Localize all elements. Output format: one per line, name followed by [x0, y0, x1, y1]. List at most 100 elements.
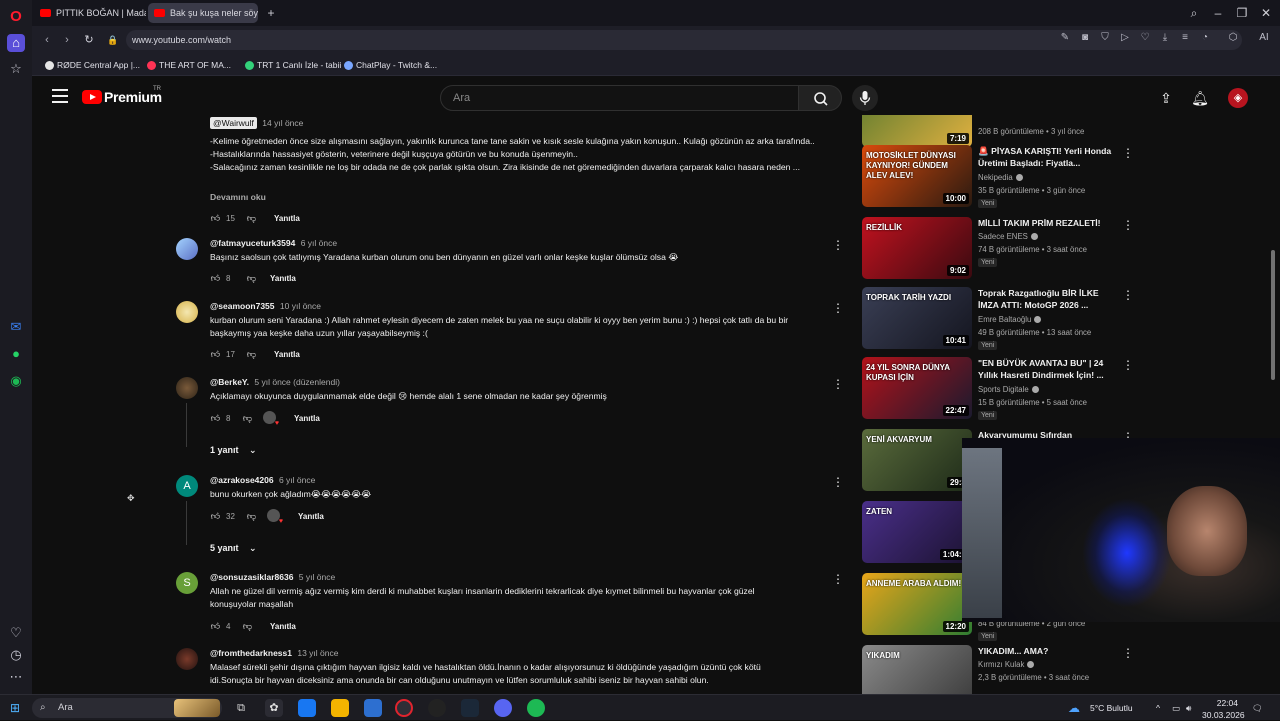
- reply-button[interactable]: Yanıtla: [270, 621, 296, 632]
- dislike-icon[interactable]: 👎︎: [246, 213, 257, 224]
- recommended-video[interactable]: MOTOSİKLET DÜNYASI KAYNIYOR! GÜNDEM ALEV…: [862, 145, 1140, 211]
- comment-time[interactable]: 5 yıl önce: [299, 572, 335, 582]
- notifications-icon[interactable]: 🗨: [1252, 695, 1263, 721]
- comment-time[interactable]: 5 yıl önce (düzenlendi): [254, 377, 340, 387]
- upload-icon[interactable]: ⇪: [1156, 88, 1176, 108]
- comment-time[interactable]: 6 yıl önce: [301, 238, 337, 248]
- comment-author[interactable]: @fatmayuceturk3594: [210, 238, 295, 248]
- dislike-icon[interactable]: 👎︎: [242, 621, 253, 632]
- star-icon[interactable]: ☆: [7, 60, 25, 78]
- avatar[interactable]: [176, 648, 198, 670]
- video-more-icon[interactable]: ⋮: [1122, 147, 1134, 159]
- avatar[interactable]: [176, 301, 198, 323]
- channel-name[interactable]: Kırmızı Kulak: [978, 660, 1035, 669]
- heart-icon[interactable]: ♡: [7, 624, 25, 642]
- tray-chevron-icon[interactable]: ^: [1156, 695, 1160, 721]
- spotify-icon[interactable]: ◉: [7, 372, 25, 390]
- channel-name[interactable]: Sadece ENES: [978, 232, 1038, 241]
- account-avatar[interactable]: ◈: [1228, 88, 1248, 108]
- comment-time[interactable]: 13 yıl önce: [297, 648, 338, 658]
- dislike-icon[interactable]: 👎︎: [242, 413, 253, 424]
- show-replies-button[interactable]: 5 yanıt ⌄: [210, 543, 257, 554]
- video-more-icon[interactable]: ⋮: [1122, 219, 1134, 231]
- play-icon[interactable]: ▷: [1118, 31, 1132, 45]
- comment-time[interactable]: 6 yıl önce: [279, 475, 315, 485]
- shield-icon[interactable]: ⛉: [1098, 31, 1112, 45]
- recommended-video[interactable]: REZİLLİK 9:02 MİLLİ TAKIM PRİM REZALETİ! ⋮ S…: [862, 217, 1140, 283]
- video-thumbnail[interactable]: 24 YIL SONRA DÜNYA KUPASI İÇİN 22:47: [862, 357, 972, 419]
- video-thumbnail[interactable]: REZİLLİK 9:02: [862, 217, 972, 279]
- recommended-video[interactable]: 24 YIL SONRA DÜNYA KUPASI İÇİN 22:47 "EN B…: [862, 357, 1140, 423]
- weather-text[interactable]: 5°C Bulutlu: [1090, 695, 1133, 721]
- search-input[interactable]: Ara: [440, 85, 800, 111]
- tab-search-icon[interactable]: ⌕: [1185, 4, 1203, 22]
- video-more-icon[interactable]: ⋮: [1122, 359, 1134, 371]
- comment-more-icon[interactable]: ⋮: [832, 301, 844, 315]
- comment-author[interactable]: @seamoon7355: [210, 301, 275, 311]
- video-thumbnail[interactable]: MOTOSİKLET DÜNYASI KAYNIYOR! GÜNDEM ALEV…: [862, 145, 972, 207]
- minimize-icon[interactable]: –: [1209, 4, 1227, 22]
- tab-active[interactable]: Bak şu kuşa neler söyl: [148, 3, 258, 23]
- show-replies-button[interactable]: 1 yanıt ⌄: [210, 445, 257, 456]
- chatgpt-icon[interactable]: ✿: [265, 699, 283, 717]
- bookmark-trt1[interactable]: TRT 1 Canlı İzle - tabii: [244, 57, 341, 73]
- like-icon[interactable]: 👍︎: [210, 273, 221, 284]
- clock[interactable]: 22:04 30.03.2026: [1202, 697, 1245, 721]
- recommended-video[interactable]: YIKADIM YIKADIM... AMA? ⋮ Kırmızı Kulak 2,3 …: [862, 645, 1140, 694]
- video-thumbnail[interactable]: YIKADIM: [862, 645, 972, 694]
- channel-name[interactable]: Nekipedia: [978, 173, 1023, 182]
- video-thumbnail[interactable]: İlk Gün7:19: [862, 115, 972, 147]
- avatar[interactable]: S: [176, 572, 198, 594]
- download-icon[interactable]: ⤓: [1158, 31, 1172, 45]
- spotify-icon[interactable]: [527, 699, 545, 717]
- reload-icon[interactable]: ↻: [80, 31, 98, 49]
- read-more-link[interactable]: Devamını oku: [210, 192, 266, 202]
- volume-icon[interactable]: 🔊︎: [1186, 695, 1191, 721]
- comment-time[interactable]: 10 yıl önce: [280, 301, 321, 311]
- comment-author[interactable]: @azrakose4206: [210, 475, 274, 485]
- bookmark-chatplay[interactable]: ChatPlay - Twitch &...: [343, 57, 437, 73]
- like-icon[interactable]: 👍︎: [210, 349, 221, 360]
- comment-author[interactable]: @BerkeY.: [210, 377, 249, 387]
- video-title[interactable]: "EN BÜYÜK AVANTAJ BU" | 24 Yıllık Hasret…: [978, 357, 1116, 381]
- video-thumbnail[interactable]: YENİ AKVARYUM 29:3: [862, 429, 972, 491]
- comment-more-icon[interactable]: ⋮: [832, 572, 844, 586]
- comment-more-icon[interactable]: ⋮: [832, 377, 844, 391]
- task-view-icon[interactable]: ⧉: [232, 699, 250, 717]
- video-thumbnail[interactable]: ZATEN 1:04:1: [862, 501, 972, 563]
- video-thumbnail[interactable]: TOPRAK TARİH YAZDI 10:41: [862, 287, 972, 349]
- discord-icon[interactable]: [494, 699, 512, 717]
- bookmark-rode[interactable]: RØDE Central App |...: [44, 57, 140, 73]
- forward-icon[interactable]: ›: [58, 31, 76, 49]
- menu-icon[interactable]: ≡: [1178, 31, 1192, 45]
- camera-icon[interactable]: ◙: [1078, 31, 1092, 45]
- ai-button[interactable]: AI: [1252, 31, 1276, 45]
- edge-icon[interactable]: [298, 699, 316, 717]
- dislike-icon[interactable]: 👎︎: [246, 511, 257, 522]
- like-icon[interactable]: 👍︎: [210, 621, 221, 632]
- voice-search-button[interactable]: [852, 85, 878, 111]
- reply-button[interactable]: Yanıtla: [298, 511, 324, 522]
- comment-author[interactable]: @fromthedarkness1: [210, 648, 292, 658]
- whatsapp-icon[interactable]: ●: [7, 345, 25, 363]
- avatar[interactable]: A: [176, 475, 198, 497]
- messenger-icon[interactable]: ✉: [7, 318, 25, 336]
- reply-button[interactable]: Yanıtla: [294, 413, 320, 424]
- heart-icon[interactable]: ♡: [1138, 31, 1152, 45]
- channel-name[interactable]: Emre Baltaoğlu: [978, 315, 1042, 324]
- video-title[interactable]: 🚨 PİYASA KARIŞTI! Yerli Honda Üretimi Ba…: [978, 145, 1116, 169]
- reply-button[interactable]: Yanıtla: [274, 213, 300, 224]
- like-icon[interactable]: 👍︎: [210, 413, 221, 424]
- outlook-icon[interactable]: [364, 699, 382, 717]
- back-icon[interactable]: ‹: [38, 31, 56, 49]
- video-more-icon[interactable]: ⋮: [1122, 289, 1134, 301]
- youtube-logo-icon[interactable]: [82, 90, 102, 104]
- avatar[interactable]: [176, 238, 198, 260]
- more-icon[interactable]: ⋯: [7, 668, 25, 686]
- comment-time[interactable]: 14 yıl önce: [262, 118, 303, 128]
- comment-more-icon[interactable]: ⋮: [832, 238, 844, 252]
- bookmark-art-of-ma[interactable]: THE ART OF MA...: [146, 57, 231, 73]
- search-button[interactable]: [798, 85, 842, 111]
- reply-button[interactable]: Yanıtla: [270, 273, 296, 284]
- like-icon[interactable]: 👍︎: [210, 511, 221, 522]
